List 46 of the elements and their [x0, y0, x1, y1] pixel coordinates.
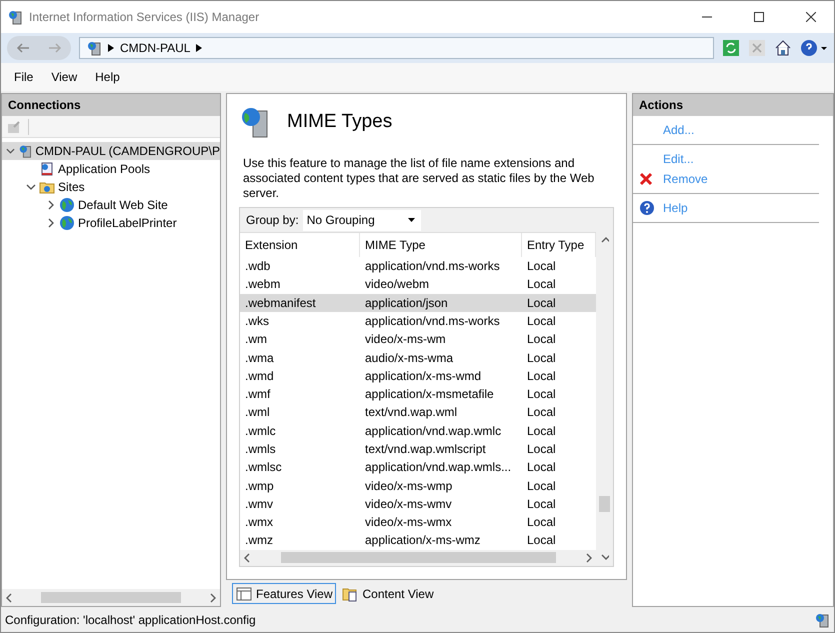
view-tab[interactable]: Features View — [232, 583, 336, 604]
tree-item[interactable]: Default Web Site — [2, 196, 220, 214]
table-row[interactable]: .webmanifest application/json Local — [240, 294, 596, 312]
menu-item[interactable]: File — [7, 68, 40, 86]
description: Use this feature to manage the list of file name extensions and associated content types that are served as static files by the Web server. — [243, 156, 596, 201]
tree-item[interactable]: ProfileLabelPrinter — [2, 214, 220, 232]
folder-document-icon — [342, 586, 358, 602]
chevron-down-icon[interactable] — [6, 146, 15, 156]
status-text: Configuration: 'localhost' applicationHost.config — [5, 612, 256, 626]
caret-icon — [408, 218, 415, 222]
tree-item[interactable]: CMDN-PAUL (CAMDENGROUP\P — [2, 142, 220, 160]
maximize-icon — [754, 12, 764, 22]
group-by-label: Group by: — [246, 213, 299, 227]
horizontal-scrollbar[interactable] — [2, 589, 220, 606]
menu-item[interactable]: View — [44, 68, 84, 86]
remove-icon — [639, 172, 653, 186]
horizontal-scrollbar[interactable] — [240, 550, 596, 566]
breadcrumb[interactable]: CMDN-PAUL — [120, 41, 190, 55]
server-icon — [7, 9, 23, 25]
pools-icon — [39, 161, 55, 177]
breadcrumb-arrow-icon[interactable] — [196, 44, 202, 52]
table-view-icon — [236, 586, 252, 602]
globe-icon — [59, 197, 75, 213]
tree-item[interactable]: Sites — [2, 178, 220, 196]
tree-item[interactable]: Application Pools — [2, 160, 220, 178]
panel-title: Actions — [633, 94, 833, 116]
vertical-scrollbar[interactable] — [596, 232, 613, 566]
scroll-thumb[interactable] — [599, 496, 610, 512]
menu-item[interactable]: Help — [88, 68, 127, 86]
help-icon — [639, 200, 655, 216]
address-bar[interactable]: CMDN-PAUL — [79, 37, 714, 59]
page-title: MIME Types — [287, 111, 392, 133]
server-icon — [814, 612, 830, 628]
server-icon — [86, 40, 102, 56]
chevron-down-icon[interactable] — [26, 182, 36, 192]
breadcrumb-arrow-icon[interactable] — [108, 44, 114, 52]
view-tab[interactable]: Content View — [338, 583, 438, 604]
server-icon — [18, 143, 32, 159]
panel-title: Connections — [2, 94, 220, 116]
home-icon[interactable] — [774, 39, 792, 57]
refresh-icon[interactable] — [722, 39, 740, 57]
window-title: Internet Information Services (IIS) Manager — [29, 10, 260, 24]
globe-icon — [59, 215, 75, 231]
help-icon[interactable] — [800, 39, 828, 57]
group-by-dropdown[interactable]: No Grouping — [302, 210, 421, 230]
close-icon — [806, 12, 816, 22]
